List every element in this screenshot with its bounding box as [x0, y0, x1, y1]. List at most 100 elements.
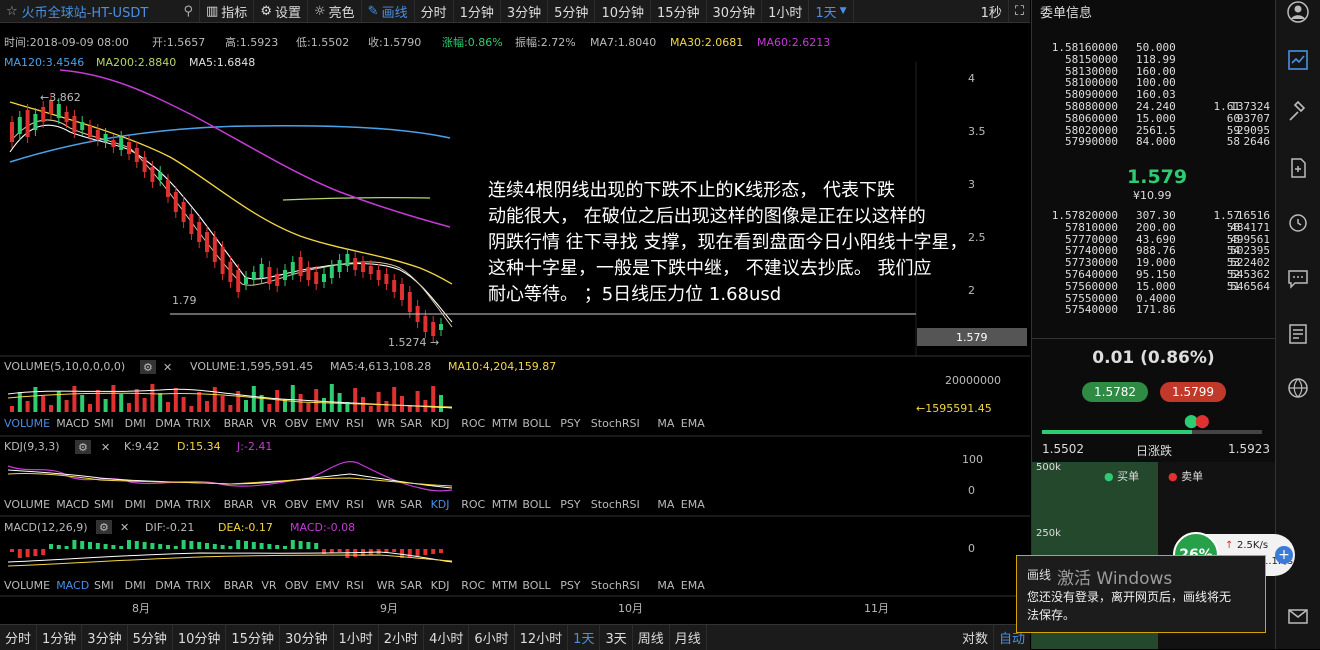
bottom-interval-tab-8[interactable]: 2小时	[379, 625, 425, 650]
indicator-tab-ema[interactable]: EMA	[681, 579, 705, 592]
orderbook-row[interactable]: 57810000 200.00 56 484171	[1032, 221, 1275, 234]
indicator-tab-volume[interactable]: VOLUME	[4, 417, 50, 430]
globe-icon[interactable]	[1286, 376, 1310, 400]
theme-button[interactable]: ☼ 亮色	[308, 0, 362, 22]
interval-tab-4[interactable]: 10分钟	[595, 0, 651, 22]
indicator-tab-emv[interactable]: EMV	[315, 498, 339, 511]
bottom-interval-tab-10[interactable]: 6小时	[469, 625, 515, 650]
bottom-interval-tab-1[interactable]: 1分钟	[37, 625, 83, 650]
indicator-tab-trix[interactable]: TRIX	[185, 579, 212, 592]
symbol-selector[interactable]: ☆ 火币全球站-HT-USDT ⚲	[0, 0, 200, 22]
bottom-interval-tab-3[interactable]: 5分钟	[128, 625, 173, 650]
indicator-tab-kdj[interactable]: KDJ	[431, 579, 450, 592]
indicator-tab-macd[interactable]: MACD	[56, 498, 89, 511]
chart-area[interactable]: 时间:2018-09-09 08:00 开:1.5657 高:1.5923 低:…	[0, 22, 1030, 624]
log-scale-toggle[interactable]: 对数	[957, 625, 994, 650]
indicator-button[interactable]: ▥ 指标	[200, 0, 255, 22]
volume-close-icon[interactable]: ✕	[163, 361, 172, 374]
indicator-tab-vr[interactable]: VR	[261, 579, 277, 592]
indicator-tab-stochrsi[interactable]: StochRSI	[591, 579, 640, 592]
indicator-tab-obv[interactable]: OBV	[285, 579, 309, 592]
indicator-tab-brar[interactable]: BRAR	[224, 417, 254, 430]
orderbook-row[interactable]: 58060000 15.000 60 93707	[1032, 112, 1275, 125]
indicator-tab-rsi[interactable]: RSI	[346, 579, 364, 592]
indicator-tab-mtm[interactable]: MTM	[492, 498, 518, 511]
indicator-tab-roc[interactable]: ROC	[461, 498, 485, 511]
interval-tab-3[interactable]: 5分钟	[548, 0, 596, 22]
chat-icon[interactable]	[1286, 266, 1310, 290]
indicator-tab-boll[interactable]: BOLL	[522, 498, 551, 511]
indicator-tab-trix[interactable]: TRIX	[185, 498, 212, 511]
interval-tab-1[interactable]: 1分钟	[454, 0, 501, 22]
indicator-tab-ma[interactable]: MA	[657, 498, 674, 511]
indicator-tab-wr[interactable]: WR	[377, 579, 396, 592]
news-icon[interactable]	[1286, 322, 1310, 346]
kdj-close-icon[interactable]: ✕	[101, 441, 110, 454]
bottom-interval-tab-11[interactable]: 12小时	[515, 625, 569, 650]
indicator-tab-volume[interactable]: VOLUME	[4, 498, 50, 511]
interval-tab-5[interactable]: 15分钟	[651, 0, 707, 22]
indicator-tab-dma[interactable]: DMA	[155, 579, 181, 592]
bid-price-button[interactable]: 1.5782	[1082, 382, 1148, 402]
orderbook-row[interactable]: 58150000 118.99	[1032, 53, 1275, 66]
indicator-tab-smi[interactable]: SMI	[94, 579, 114, 592]
indicator-tab-mtm[interactable]: MTM	[492, 417, 518, 430]
bottom-interval-tab-2[interactable]: 3分钟	[82, 625, 128, 650]
indicator-tab-macd[interactable]: MACD	[56, 579, 89, 592]
indicator-tab-boll[interactable]: BOLL	[522, 579, 551, 592]
indicator-tab-stochrsi[interactable]: StochRSI	[591, 498, 640, 511]
macd-close-icon[interactable]: ✕	[120, 521, 129, 534]
bottom-interval-tab-0[interactable]: 分时	[0, 625, 38, 650]
indicator-tab-dmi[interactable]: DMI	[125, 498, 146, 511]
indicator-tab-mtm[interactable]: MTM	[492, 579, 518, 592]
indicator-tab-ma[interactable]: MA	[657, 417, 674, 430]
indicator-tab-trix[interactable]: TRIX	[185, 417, 212, 430]
indicator-tab-sar[interactable]: SAR	[400, 498, 423, 511]
indicator-tab-rsi[interactable]: RSI	[346, 417, 364, 430]
bottom-interval-tab-9[interactable]: 4小时	[424, 625, 470, 650]
indicator-tab-dmi[interactable]: DMI	[125, 579, 146, 592]
indicator-tab-roc[interactable]: ROC	[461, 417, 485, 430]
orderbook-row[interactable]: 57990000 84.000 58 2646	[1032, 136, 1275, 148]
mail-icon[interactable]	[1286, 604, 1310, 628]
bottom-interval-tab-12[interactable]: 1天	[568, 625, 601, 650]
indicator-tab-roc[interactable]: ROC	[461, 579, 485, 592]
search-icon[interactable]: ⚲	[183, 4, 193, 19]
indicator-tab-dma[interactable]: DMA	[155, 498, 181, 511]
interval-tab-2[interactable]: 3分钟	[501, 0, 549, 22]
indicator-tab-macd[interactable]: MACD	[56, 417, 89, 430]
refresh-rate[interactable]: 1秒	[975, 0, 1009, 22]
indicator-tab-ema[interactable]: EMA	[681, 498, 705, 511]
indicator-tab-smi[interactable]: SMI	[94, 498, 114, 511]
indicator-tab-sar[interactable]: SAR	[400, 579, 423, 592]
indicator-tab-ma[interactable]: MA	[657, 579, 674, 592]
analysis-note[interactable]: 连续4根阴线出现的下跌不止的K线形态， 代表下跌动能很大， 在破位之后出现这样的…	[488, 180, 967, 305]
new-document-icon[interactable]	[1286, 156, 1310, 180]
bottom-interval-tab-13[interactable]: 3天	[600, 625, 633, 650]
indicator-tab-psy[interactable]: PSY	[560, 579, 581, 592]
star-icon[interactable]: ☆	[6, 4, 18, 19]
indicator-tab-emv[interactable]: EMV	[315, 417, 339, 430]
bottom-interval-tab-14[interactable]: 周线	[633, 625, 670, 650]
bottom-interval-tab-15[interactable]: 月线	[670, 625, 707, 650]
indicator-tab-kdj[interactable]: KDJ	[431, 498, 450, 511]
interval-tab-6[interactable]: 30分钟	[707, 0, 763, 22]
indicator-tab-boll[interactable]: BOLL	[522, 417, 551, 430]
user-icon[interactable]	[1286, 0, 1310, 24]
indicator-tab-ema[interactable]: EMA	[681, 417, 705, 430]
indicator-tab-psy[interactable]: PSY	[560, 417, 581, 430]
interval-tab-7[interactable]: 1小时	[762, 0, 810, 22]
interval-tab-0[interactable]: 分时	[415, 0, 454, 22]
indicator-tab-vr[interactable]: VR	[261, 417, 277, 430]
orderbook-row[interactable]: 57560000 15.000 51 546564	[1032, 280, 1275, 293]
alarm-clock-icon[interactable]	[1286, 210, 1310, 234]
interval-dropdown[interactable]: 1天 ▼	[809, 0, 854, 22]
settings-button[interactable]: ⚙ 设置	[254, 0, 308, 22]
indicator-tab-smi[interactable]: SMI	[94, 417, 114, 430]
indicator-tab-emv[interactable]: EMV	[315, 579, 339, 592]
indicator-tab-brar[interactable]: BRAR	[224, 579, 254, 592]
indicator-tab-obv[interactable]: OBV	[285, 498, 309, 511]
indicator-tab-wr[interactable]: WR	[377, 417, 396, 430]
indicator-tab-dma[interactable]: DMA	[155, 417, 181, 430]
ask-price-button[interactable]: 1.5799	[1160, 382, 1226, 402]
